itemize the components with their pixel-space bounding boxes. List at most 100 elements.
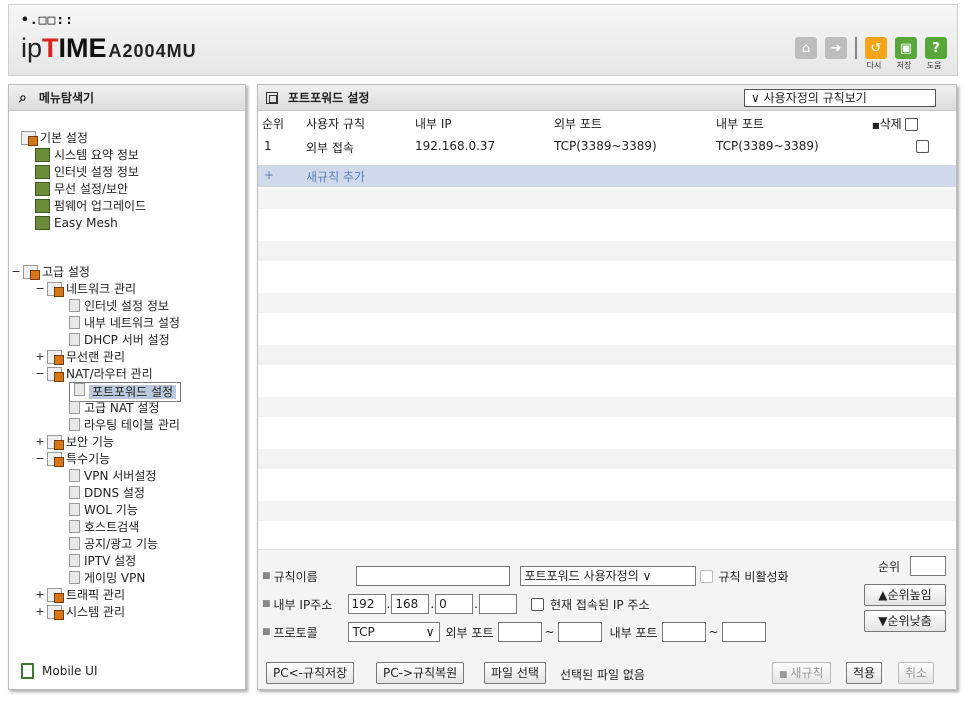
- tree-item-ddns[interactable]: DDNS 설정: [69, 484, 145, 501]
- tree-wireless-management[interactable]: + 무선랜 관리: [35, 348, 125, 365]
- inner-ip-label: 내부 IP주소: [273, 597, 333, 612]
- header-separator: [855, 37, 857, 59]
- expand-icon[interactable]: +: [35, 435, 45, 448]
- page-icon: [69, 520, 80, 533]
- disable-rule-checkbox[interactable]: [699, 569, 713, 583]
- rank-label: 순위: [878, 560, 901, 574]
- folder-icon: [47, 281, 64, 297]
- menu-explorer-header: ⌕ 메뉴탐색기: [9, 85, 245, 111]
- page-icon: [69, 503, 80, 516]
- collapse-icon[interactable]: −: [35, 282, 45, 295]
- ext-port-start-input[interactable]: [497, 622, 542, 642]
- ip-octet-1-input[interactable]: 192: [347, 594, 386, 614]
- disable-rule-label: 규칙 비활성화: [718, 569, 789, 584]
- tree-item-wireless-security[interactable]: 무선 설정/보안: [35, 180, 128, 197]
- rule-view-select[interactable]: ∨ 사용자정의 규칙보기: [744, 89, 936, 107]
- new-rule-button[interactable]: ■ 새규칙: [772, 662, 831, 684]
- tree-item-firmware-upgrade[interactable]: 펌웨어 업그레이드: [35, 197, 146, 214]
- tree-item-vpn-server[interactable]: VPN 서버설정: [69, 467, 156, 484]
- tree-item-notice-ad[interactable]: 공지/광고 기능: [69, 535, 158, 552]
- save-label[interactable]: 저장: [889, 60, 919, 71]
- tree-basic-settings[interactable]: 기본 설정: [21, 129, 88, 146]
- folder-icon: [47, 366, 64, 382]
- empty-row: [258, 241, 956, 261]
- square-icon: ■: [872, 121, 880, 130]
- chevron-down-icon: ∨: [425, 625, 435, 639]
- tree-system-management[interactable]: + 시스템 관리: [35, 603, 125, 620]
- empty-row: [258, 501, 956, 521]
- port-forward-panel: 포트포워드 설정 ∨ 사용자정의 규칙보기 순위 사용자 규칙 내부 IP 외부…: [257, 84, 957, 690]
- protocol-select[interactable]: TCP ∨: [347, 622, 440, 642]
- page-icon: [69, 333, 80, 346]
- col-ext-port: 외부 포트: [554, 117, 602, 131]
- tree-item-gaming-vpn[interactable]: 게이밍 VPN: [69, 569, 145, 586]
- tree-item-host-search[interactable]: 호스트검색: [69, 518, 139, 535]
- plus-icon: ■: [779, 670, 791, 680]
- tree-item-wol[interactable]: WOL 기능: [69, 501, 138, 518]
- mobile-ui-link[interactable]: Mobile UI: [21, 663, 98, 679]
- col-no: 순위: [262, 117, 285, 131]
- help-icon[interactable]: ?: [925, 37, 947, 59]
- tree-item-advanced-nat[interactable]: 고급 NAT 설정: [69, 399, 159, 416]
- tree-network-management[interactable]: − 네트워크 관리: [35, 280, 136, 297]
- row-delete-checkbox[interactable]: [916, 140, 929, 153]
- cancel-button[interactable]: 취소: [898, 662, 935, 684]
- ip-octet-2-input[interactable]: 168: [391, 594, 430, 614]
- save-icon[interactable]: ▣: [895, 37, 917, 59]
- tree-item-system-summary[interactable]: 시스템 요약 정보: [35, 146, 139, 163]
- tree-item-internet-settings[interactable]: 인터넷 설정 정보: [69, 297, 169, 314]
- ip-octet-4-input[interactable]: [479, 594, 517, 614]
- tree-item-easy-mesh[interactable]: Easy Mesh: [35, 214, 118, 231]
- int-port-start-input[interactable]: [661, 622, 706, 642]
- tree-item-internet-info[interactable]: 인터넷 설정 정보: [35, 163, 139, 180]
- int-port-end-input[interactable]: [721, 622, 766, 642]
- ip-octet-3-input[interactable]: 0: [435, 594, 474, 614]
- rank-down-button[interactable]: ▼순위낮춤: [864, 610, 946, 632]
- current-ip-checkbox[interactable]: [531, 597, 544, 611]
- tree-security[interactable]: + 보안 기능: [35, 433, 114, 450]
- reload-label[interactable]: 다시: [859, 60, 889, 71]
- empty-row: [258, 189, 956, 209]
- file-select-button[interactable]: 파일 선택: [484, 662, 546, 684]
- page-icon: [69, 537, 80, 550]
- ext-port-end-input[interactable]: [557, 622, 602, 642]
- table-row[interactable]: 1 외부 접속 192.168.0.37 TCP(3389~3389) TCP(…: [258, 139, 956, 161]
- folder-icon: [21, 130, 38, 146]
- add-rule-row[interactable]: + 새규칙 추가: [258, 165, 956, 187]
- tree-traffic-management[interactable]: + 트래픽 관리: [35, 586, 125, 603]
- tree-nat-router[interactable]: − NAT/라우터 관리: [35, 365, 153, 382]
- row-ext-port: TCP(3389~3389): [554, 139, 657, 153]
- help-label[interactable]: 도움: [919, 60, 949, 71]
- rule-name-row: ■ 규칙이름 포트포워드 사용자정의 ∨ 규칙 비활성화: [262, 566, 789, 586]
- apply-button[interactable]: 적용: [846, 662, 883, 684]
- rank-input[interactable]: [910, 556, 946, 576]
- expand-icon[interactable]: +: [35, 605, 45, 618]
- tree-item-iptv[interactable]: IPTV 설정: [69, 552, 136, 569]
- reload-icon[interactable]: ↺: [865, 37, 887, 59]
- expand-icon[interactable]: +: [35, 350, 45, 363]
- collapse-icon[interactable]: −: [11, 265, 21, 278]
- empty-row: [258, 293, 956, 313]
- bullet-icon: ■: [262, 627, 271, 637]
- tree-special-functions[interactable]: − 특수기능: [35, 450, 110, 467]
- plus-icon: +: [264, 168, 275, 182]
- tree-item-internal-network[interactable]: 내부 네트워크 설정: [69, 314, 180, 331]
- tree-item-routing-table[interactable]: 라우팅 테이블 관리: [69, 416, 180, 433]
- delete-all-checkbox[interactable]: [905, 118, 919, 131]
- pc-save-rules-button[interactable]: PC<-규칙저장: [266, 662, 355, 684]
- pc-restore-rules-button[interactable]: PC->규칙복원: [376, 662, 465, 684]
- collapse-icon[interactable]: −: [35, 367, 45, 380]
- home-icon[interactable]: ⌂: [795, 37, 817, 59]
- collapse-icon[interactable]: −: [35, 452, 45, 465]
- logout-icon[interactable]: ➜: [825, 37, 847, 59]
- rank-up-button[interactable]: ▲순위높임: [864, 584, 946, 606]
- tree-advanced-settings[interactable]: − 고급 설정: [11, 263, 90, 280]
- expand-icon[interactable]: +: [35, 588, 45, 601]
- tree-item-dhcp-server[interactable]: DHCP 서버 설정: [69, 331, 170, 348]
- chevron-down-icon: ∨: [751, 91, 764, 105]
- rule-name-input[interactable]: [355, 566, 510, 586]
- rule-type-select[interactable]: 포트포워드 사용자정의 ∨: [519, 566, 696, 586]
- page-icon: [69, 299, 80, 312]
- logo-dots: •.□□::: [21, 13, 74, 28]
- page-icon: [69, 469, 80, 482]
